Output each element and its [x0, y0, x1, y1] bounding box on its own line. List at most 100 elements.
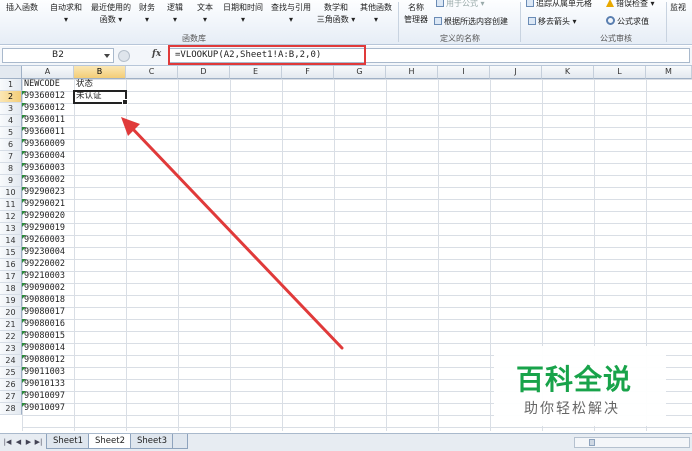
next-sheet-icon[interactable]: ▶: [24, 437, 33, 447]
cell-a22[interactable]: 99080015: [22, 331, 74, 343]
remove-arrows-button[interactable]: 移去箭头 ▾: [528, 16, 577, 27]
cell-a15[interactable]: 99230004: [22, 247, 74, 259]
cell-a18[interactable]: 99090002: [22, 283, 74, 295]
cell-b13[interactable]: [74, 223, 126, 235]
row-header-19[interactable]: 19: [0, 295, 22, 307]
cell-a4[interactable]: 99360011: [22, 115, 74, 127]
row-header-4[interactable]: 4: [0, 115, 22, 127]
cell-a13[interactable]: 99290019: [22, 223, 74, 235]
name-box[interactable]: B2: [2, 48, 114, 63]
row-header-15[interactable]: 15: [0, 247, 22, 259]
row-header-7[interactable]: 7: [0, 151, 22, 163]
cell-a5[interactable]: 99360011: [22, 127, 74, 139]
cell-b28[interactable]: [74, 403, 126, 415]
cell-b2[interactable]: 未认证: [74, 91, 126, 103]
row-header-8[interactable]: 8: [0, 163, 22, 175]
row-header-9[interactable]: 9: [0, 175, 22, 187]
evaluate-formula-button[interactable]: 公式求值: [606, 16, 649, 27]
cell-a7[interactable]: 99360004: [22, 151, 74, 163]
cell-b20[interactable]: [74, 307, 126, 319]
column-header-l[interactable]: L: [594, 66, 646, 79]
lookup-reference-button[interactable]: 查找与引用 ▾: [268, 2, 314, 30]
row-header-16[interactable]: 16: [0, 259, 22, 271]
date-time-button[interactable]: 日期和时间 ▾: [220, 2, 266, 30]
row-header-20[interactable]: 20: [0, 307, 22, 319]
column-header-e[interactable]: E: [230, 66, 282, 79]
cell-a17[interactable]: 99210003: [22, 271, 74, 283]
first-sheet-icon[interactable]: |◀: [3, 437, 12, 447]
row-header-11[interactable]: 11: [0, 199, 22, 211]
prev-sheet-icon[interactable]: ◀: [14, 437, 23, 447]
insert-function-button[interactable]: 插入函数: [2, 2, 42, 30]
cell-b6[interactable]: [74, 139, 126, 151]
sheet-tab-sheet2[interactable]: Sheet2: [88, 434, 132, 449]
cell-b11[interactable]: [74, 199, 126, 211]
cell-b7[interactable]: [74, 151, 126, 163]
row-header-14[interactable]: 14: [0, 235, 22, 247]
cell-a23[interactable]: 99080014: [22, 343, 74, 355]
cell-a16[interactable]: 99220002: [22, 259, 74, 271]
row-header-2[interactable]: 2: [0, 91, 22, 103]
row-header-26[interactable]: 26: [0, 379, 22, 391]
column-header-a[interactable]: A: [22, 66, 74, 79]
row-header-6[interactable]: 6: [0, 139, 22, 151]
cell-a11[interactable]: 99290021: [22, 199, 74, 211]
use-in-formula-button[interactable]: 用于公式 ▾: [436, 0, 485, 9]
cell-a8[interactable]: 99360003: [22, 163, 74, 175]
row-header-10[interactable]: 10: [0, 187, 22, 199]
sheet-tab-sheet1[interactable]: Sheet1: [46, 434, 90, 449]
row-header-25[interactable]: 25: [0, 367, 22, 379]
cell-a14[interactable]: 99260003: [22, 235, 74, 247]
cell-a24[interactable]: 99080012: [22, 355, 74, 367]
text-functions-button[interactable]: 文本 ▾: [194, 2, 216, 30]
cell-a26[interactable]: 99010133: [22, 379, 74, 391]
cell-b17[interactable]: [74, 271, 126, 283]
cell-b12[interactable]: [74, 211, 126, 223]
cell-b19[interactable]: [74, 295, 126, 307]
cell-a27[interactable]: 99010097: [22, 391, 74, 403]
row-header-17[interactable]: 17: [0, 271, 22, 283]
cell-b14[interactable]: [74, 235, 126, 247]
cell-a9[interactable]: 99360002: [22, 175, 74, 187]
row-header-21[interactable]: 21: [0, 319, 22, 331]
column-header-h[interactable]: H: [386, 66, 438, 79]
name-manager-button[interactable]: 名称 管理器: [400, 2, 432, 30]
cell-a28[interactable]: 99010097: [22, 403, 74, 415]
row-header-22[interactable]: 22: [0, 331, 22, 343]
logical-button[interactable]: 逻辑 ▾: [164, 2, 186, 30]
autosum-button[interactable]: 自动求和 ▾: [46, 2, 86, 30]
column-header-f[interactable]: F: [282, 66, 334, 79]
watch-window-button[interactable]: 监视: [670, 2, 686, 13]
row-header-3[interactable]: 3: [0, 103, 22, 115]
select-all-corner[interactable]: [0, 66, 22, 79]
cell-a19[interactable]: 99080018: [22, 295, 74, 307]
row-header-24[interactable]: 24: [0, 355, 22, 367]
insert-sheet-icon[interactable]: [172, 434, 188, 449]
row-header-12[interactable]: 12: [0, 211, 22, 223]
row-header-1[interactable]: 1: [0, 79, 22, 91]
cell-b5[interactable]: [74, 127, 126, 139]
cancel-icon[interactable]: [118, 50, 130, 62]
cell-a3[interactable]: 99360012: [22, 103, 74, 115]
column-header-j[interactable]: J: [490, 66, 542, 79]
chevron-down-icon[interactable]: [104, 54, 110, 58]
cell-b4[interactable]: [74, 115, 126, 127]
cell-b1[interactable]: 状态: [74, 79, 126, 91]
row-header-28[interactable]: 28: [0, 403, 22, 415]
cell-b25[interactable]: [74, 367, 126, 379]
error-checking-button[interactable]: 错误检查 ▾: [606, 0, 655, 9]
more-functions-button[interactable]: 其他函数 ▾: [358, 2, 394, 30]
cell-b27[interactable]: [74, 391, 126, 403]
cell-a2[interactable]: 99360012: [22, 91, 74, 103]
math-trig-button[interactable]: 数学和 三角函数 ▾: [316, 2, 356, 30]
column-header-i[interactable]: I: [438, 66, 490, 79]
insert-function-icon[interactable]: fx: [152, 49, 161, 59]
scrollbar-thumb[interactable]: [589, 439, 595, 446]
cell-b24[interactable]: [74, 355, 126, 367]
column-header-d[interactable]: D: [178, 66, 230, 79]
cell-b10[interactable]: [74, 187, 126, 199]
cell-a20[interactable]: 99080017: [22, 307, 74, 319]
cell-b9[interactable]: [74, 175, 126, 187]
row-header-27[interactable]: 27: [0, 391, 22, 403]
last-sheet-icon[interactable]: ▶|: [34, 437, 43, 447]
